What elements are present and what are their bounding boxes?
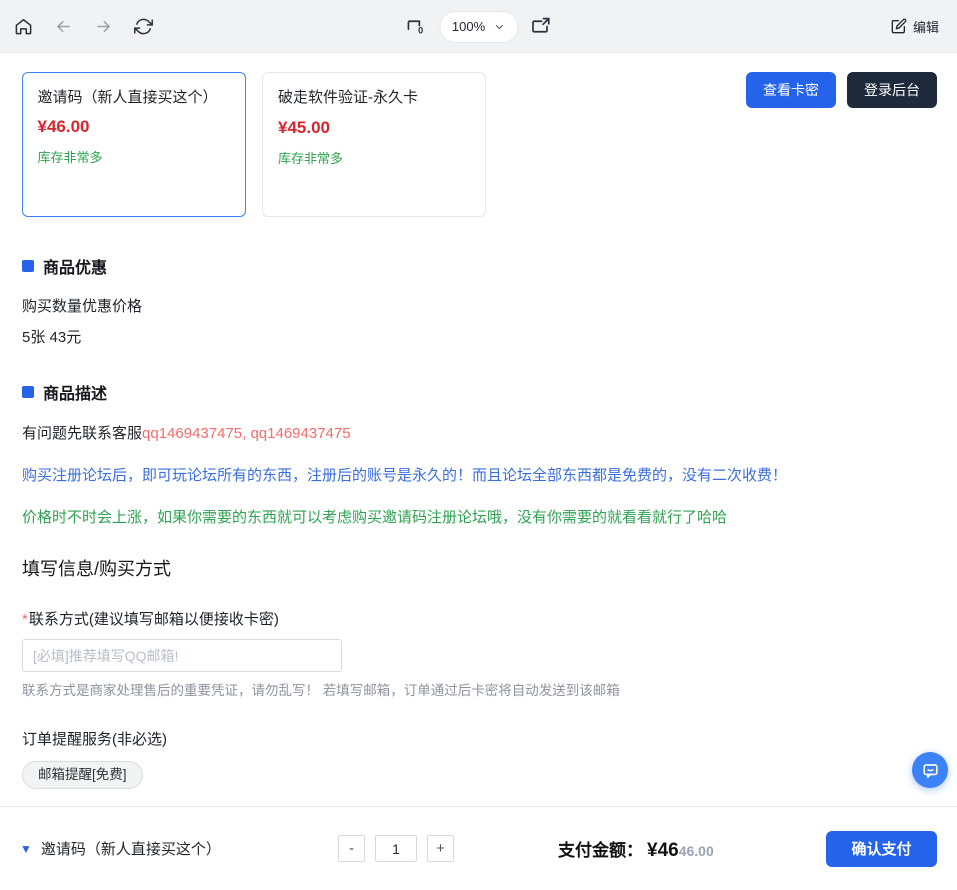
product-stock-badge: 库存非常多 [38, 147, 231, 166]
edit-label: 编辑 [913, 17, 939, 36]
quantity-stepper: - + [338, 835, 454, 862]
triangle-down-icon: ▼ [20, 843, 32, 855]
product-card-software-key[interactable]: 破走软件验证-永久卡 ¥45.00 库存非常多 [262, 72, 486, 217]
product-name: 破走软件验证-永久卡 [278, 86, 470, 111]
contact-field-label: *联系方式(建议填写邮箱以便接收卡密) [22, 608, 935, 629]
amount-decimal-value: 46.00 [679, 843, 714, 859]
selected-product-toggle[interactable]: ▼ 邀请码（新人直接买这个） [20, 838, 338, 859]
edit-icon [891, 18, 907, 34]
product-card-invite-code[interactable]: 邀请码（新人直接买这个） ¥46.00 库存非常多 [22, 72, 246, 217]
product-card-row: 邀请码（新人直接买这个） ¥46.00 库存非常多 破走软件验证-永久卡 ¥45… [22, 72, 935, 217]
confirm-pay-button[interactable]: 确认支付 [826, 831, 937, 867]
quantity-plus-button[interactable]: + [427, 835, 454, 862]
toolbar-zoom-group: 0 100% [405, 0, 552, 53]
product-price: ¥45.00 [278, 118, 470, 138]
amount-label: 支付金额： [558, 836, 643, 861]
toolbar: 0 100% 编辑 [0, 0, 957, 53]
home-button[interactable] [12, 15, 34, 37]
description-section-heading: 商品描述 [22, 380, 935, 404]
customer-service-fab[interactable] [912, 752, 948, 788]
contact-prefix-text: 有问题先联系客服 [22, 425, 142, 442]
view-cards-button[interactable]: 查看卡密 [746, 72, 836, 108]
description-contact-line: 有问题先联系客服qq1469437475, qq1469437475 [22, 422, 935, 443]
payment-amount: 支付金额： ¥46 46.00 [558, 836, 714, 862]
home-icon [14, 17, 33, 36]
product-price: ¥46.00 [38, 117, 231, 137]
svg-text:0: 0 [418, 26, 423, 36]
blue-square-bullet-icon [22, 386, 34, 398]
product-name: 邀请码（新人直接买这个） [38, 86, 231, 111]
form-section-title: 填写信息/购买方式 [22, 555, 935, 581]
top-action-buttons: 查看卡密 登录后台 [746, 72, 937, 108]
email-remind-chip[interactable]: 邮箱提醒[免费] [22, 761, 143, 789]
promo-section-heading: 商品优惠 [22, 254, 935, 278]
device-zero-icon: 0 [405, 16, 426, 37]
back-button[interactable] [52, 15, 74, 37]
blue-square-bullet-icon [22, 260, 34, 272]
arrow-left-icon [54, 17, 73, 36]
promo-line-1: 购买数量优惠价格 [22, 295, 935, 316]
amount-value: ¥46 [647, 840, 679, 862]
contact-label-text: 联系方式(建议填写邮箱以便接收卡密) [29, 611, 279, 628]
contact-qq-text: qq1469437475, qq1469437475 [142, 425, 351, 442]
edit-button[interactable]: 编辑 [885, 16, 945, 37]
selected-product-label: 邀请码（新人直接买这个） [41, 838, 221, 859]
zoom-level-dropdown[interactable]: 100% [440, 12, 517, 42]
description-heading-text: 商品描述 [43, 380, 107, 404]
refresh-button[interactable] [132, 15, 154, 37]
device-preview-button[interactable]: 0 [405, 16, 427, 38]
chat-bubble-icon [921, 761, 940, 780]
forward-button[interactable] [92, 15, 114, 37]
quantity-minus-button[interactable]: - [338, 835, 365, 862]
required-mark: * [22, 611, 28, 628]
contact-helper-text: 联系方式是商家处理售后的重要凭证，请勿乱写！ 若填写邮箱，订单通过后卡密将自动发… [22, 679, 935, 699]
promo-heading-text: 商品优惠 [43, 254, 107, 278]
description-green-line: 价格时不时会上涨，如果你需要的东西就可以考虑购买邀请码注册论坛哦，没有你需要的就… [22, 506, 935, 527]
promo-line-2: 5张 43元 [22, 326, 935, 347]
login-admin-button[interactable]: 登录后台 [847, 72, 937, 108]
monitor-external-icon [531, 16, 552, 37]
description-blue-line: 购买注册论坛后，即可玩论坛所有的东西，注册后的账号是永久的！而且论坛全部东西都是… [22, 464, 935, 485]
main-content: 邀请码（新人直接买这个） ¥46.00 库存非常多 破走软件验证-永久卡 ¥45… [0, 72, 957, 789]
refresh-icon [134, 17, 153, 36]
remind-service-label: 订单提醒服务(非必选) [22, 728, 935, 749]
chevron-down-icon [493, 21, 505, 33]
arrow-right-icon [94, 17, 113, 36]
open-preview-button[interactable] [530, 16, 552, 38]
toolbar-nav-group [12, 15, 154, 37]
zoom-level-value: 100% [452, 19, 485, 34]
contact-input[interactable] [22, 639, 342, 672]
quantity-input[interactable] [375, 835, 417, 862]
product-stock-badge: 库存非常多 [278, 148, 470, 167]
payment-footer-bar: ▼ 邀请码（新人直接买这个） - + 支付金额： ¥46 46.00 确认支付 [0, 806, 957, 890]
